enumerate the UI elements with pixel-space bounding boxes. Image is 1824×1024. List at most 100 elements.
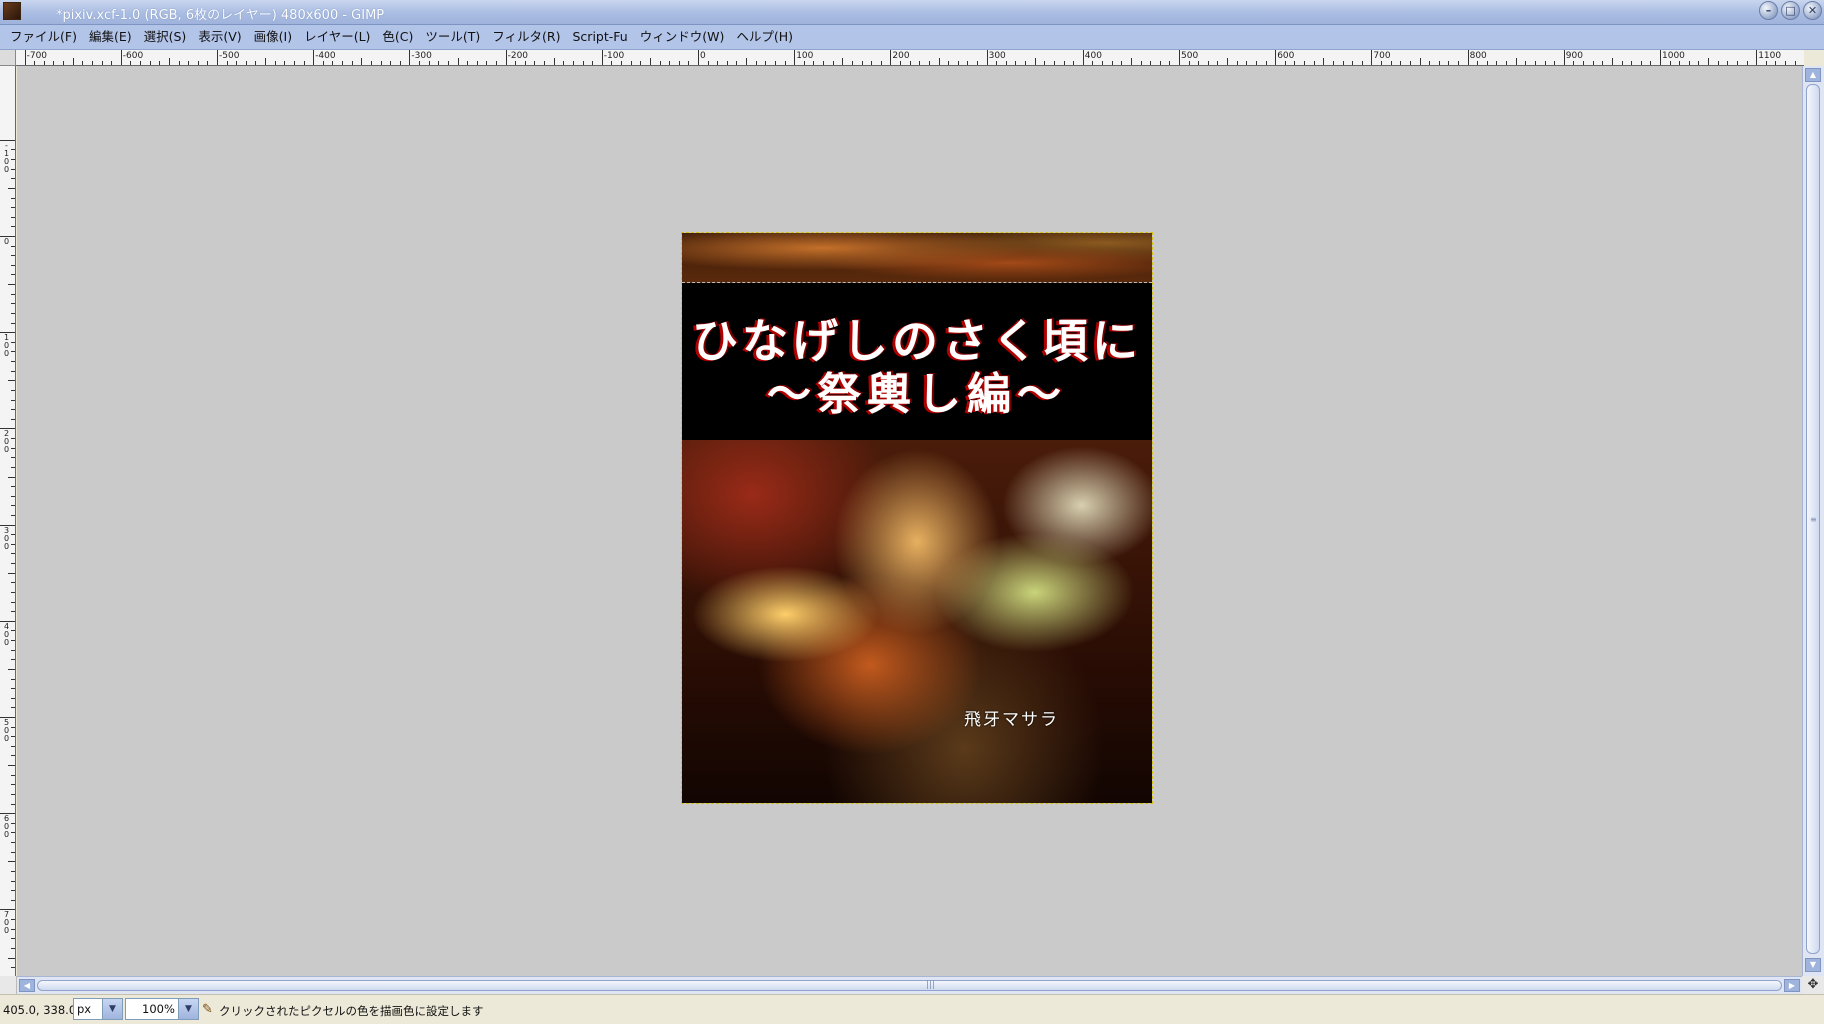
ruler-minor-tick	[236, 61, 238, 65]
menu-file[interactable]: ファイル(F)	[4, 25, 83, 49]
ruler-label: -400	[315, 51, 336, 61]
ruler-minor-tick	[11, 582, 15, 584]
ruler-major-tick	[1563, 50, 1565, 65]
scroll-up-arrow-icon[interactable]: ▲	[1805, 68, 1821, 82]
vertical-scrollbar[interactable]: ▲ ≡ ▼	[1802, 66, 1824, 976]
ruler-minor-tick	[1323, 58, 1325, 65]
ruler-label: 600	[3, 814, 10, 840]
ruler-label: -200	[507, 51, 529, 61]
ruler-minor-tick	[8, 572, 15, 574]
ruler-minor-tick	[1419, 58, 1421, 65]
menu-layer[interactable]: レイヤー(L)	[298, 25, 376, 49]
ruler-minor-tick	[11, 591, 15, 593]
ruler-minor-tick	[1525, 61, 1527, 65]
menu-help[interactable]: ヘルプ(H)	[730, 25, 799, 49]
ruler-label: 700	[3, 910, 10, 936]
ruler-minor-tick	[265, 58, 267, 65]
ruler-minor-tick	[11, 755, 15, 757]
ruler-minor-tick	[1361, 61, 1363, 65]
ruler-minor-tick	[11, 851, 15, 853]
navigate-icon[interactable]: ✥	[1802, 976, 1824, 994]
canvas-area[interactable]: ひなげしのさく頃に ～祭輿し編～ 飛牙マサラ	[17, 66, 1802, 976]
ruler-minor-tick	[1265, 61, 1267, 65]
ruler-minor-tick	[1150, 61, 1152, 65]
ruler-minor-tick	[11, 967, 15, 969]
ruler-minor-tick	[428, 61, 430, 65]
ruler-minor-tick	[1785, 61, 1787, 65]
quick-mask-corner[interactable]	[0, 50, 16, 66]
ruler-minor-tick	[11, 216, 15, 218]
ruler-minor-tick	[1015, 61, 1017, 65]
vertical-ruler[interactable]: -100 0 100 200 300 400 500 600 700	[0, 66, 16, 976]
zoom-selector[interactable]: 100% ▼	[125, 998, 199, 1020]
ruler-minor-tick	[11, 630, 15, 632]
horizontal-scrollbar[interactable]: ◀ ||| ▶	[17, 976, 1802, 994]
ruler-minor-tick	[11, 803, 15, 805]
ruler-minor-tick	[717, 61, 719, 65]
ruler-minor-tick	[11, 553, 15, 555]
ruler-minor-tick	[1486, 61, 1488, 65]
ruler-minor-tick	[399, 61, 401, 65]
ruler-minor-tick	[1121, 61, 1123, 65]
ruler-minor-tick	[1227, 58, 1229, 65]
quick-mask-toggle[interactable]	[0, 976, 17, 994]
menu-image[interactable]: 画像(I)	[248, 25, 298, 49]
ruler-minor-tick	[1496, 61, 1498, 65]
ruler-major-tick	[1275, 50, 1277, 65]
horizontal-ruler[interactable]: -700 -600 -500 -400 -300 -200 -100 0 100 200 300 40…	[16, 50, 1804, 66]
menu-windows[interactable]: ウィンドウ(W)	[634, 25, 731, 49]
unit-selector[interactable]: px ▼	[73, 998, 123, 1020]
ruler-minor-tick	[82, 61, 84, 65]
menu-filters[interactable]: フィルタ(R)	[486, 25, 566, 49]
minimize-button[interactable]: –	[1759, 1, 1778, 20]
menu-view[interactable]: 表示(V)	[192, 25, 247, 49]
ruler-minor-tick	[207, 61, 209, 65]
scroll-left-arrow-icon[interactable]: ◀	[19, 979, 35, 992]
ruler-label: 1100	[1758, 51, 1782, 61]
horizontal-scroll-thumb[interactable]: |||	[37, 980, 1782, 991]
ruler-minor-tick	[967, 61, 969, 65]
ruler-minor-tick	[11, 312, 15, 314]
ruler-minor-tick	[11, 226, 15, 228]
ruler-minor-tick	[1583, 61, 1585, 65]
color-picker-icon: ✎	[202, 1002, 213, 1017]
ruler-minor-tick	[1515, 58, 1517, 65]
ruler-minor-tick	[11, 726, 15, 728]
menu-edit[interactable]: 編集(E)	[83, 25, 138, 49]
close-button[interactable]: ✕	[1803, 1, 1822, 20]
scroll-right-arrow-icon[interactable]: ▶	[1784, 979, 1800, 992]
ruler-minor-tick	[130, 61, 132, 65]
ruler-minor-tick	[11, 457, 15, 459]
ruler-minor-tick	[11, 938, 15, 940]
menu-tools[interactable]: ツール(T)	[419, 25, 486, 49]
scroll-down-arrow-icon[interactable]: ▼	[1805, 958, 1821, 972]
ruler-minor-tick	[1438, 61, 1440, 65]
ruler-minor-tick	[572, 61, 574, 65]
ruler-minor-tick	[736, 61, 738, 65]
menu-script-fu[interactable]: Script-Fu	[567, 25, 634, 49]
menu-select[interactable]: 選択(S)	[138, 25, 193, 49]
ruler-minor-tick	[1073, 61, 1075, 65]
chevron-down-icon[interactable]: ▼	[178, 999, 198, 1019]
ruler-minor-tick	[149, 61, 151, 65]
ruler-major-tick	[505, 50, 507, 65]
gimp-app-icon[interactable]	[3, 2, 21, 20]
chevron-down-icon[interactable]: ▼	[102, 999, 122, 1019]
ruler-minor-tick	[755, 61, 757, 65]
vertical-scroll-thumb[interactable]: ≡	[1806, 84, 1820, 954]
ruler-minor-tick	[1284, 61, 1286, 65]
ruler-minor-tick	[1313, 61, 1315, 65]
image-canvas[interactable]: ひなげしのさく頃に ～祭輿し編～ 飛牙マサラ	[681, 232, 1153, 804]
menu-colors[interactable]: 色(C)	[376, 25, 419, 49]
ruler-minor-tick	[630, 61, 632, 65]
ruler-minor-tick	[678, 61, 680, 65]
ruler-minor-tick	[563, 61, 565, 65]
ruler-major-tick	[794, 50, 796, 65]
ruler-minor-tick	[524, 61, 526, 65]
ruler-minor-tick	[1669, 61, 1671, 65]
maximize-button[interactable]: □	[1781, 1, 1800, 20]
ruler-minor-tick	[919, 61, 921, 65]
ruler-minor-tick	[140, 61, 142, 65]
ruler-minor-tick	[8, 187, 15, 189]
ruler-label: 1000	[1662, 51, 1685, 61]
